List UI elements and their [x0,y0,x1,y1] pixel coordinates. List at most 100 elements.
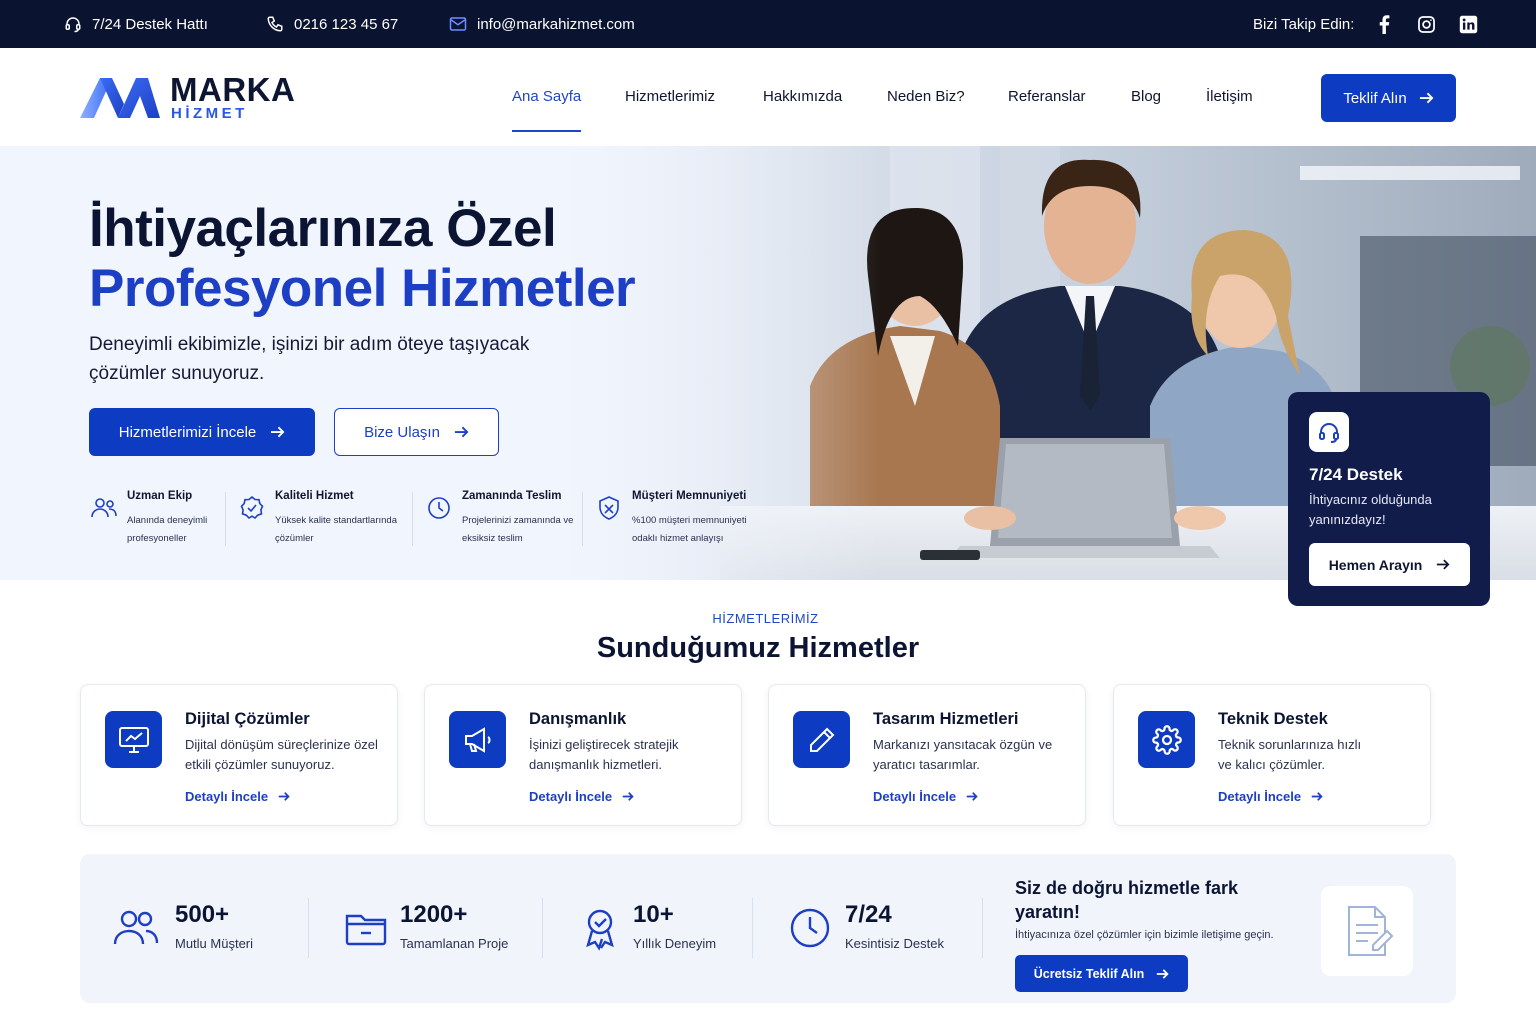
cta-title: Siz de doğru hizmetle fark yaratın! [1015,878,1239,922]
arrow-right-icon [454,426,469,438]
document-edit-icon [1348,906,1394,956]
stat-divider [542,898,543,958]
feature-desc: Yüksek kalite standartlarında çözümler [275,515,397,544]
clock-icon [790,908,830,948]
stat-label: Kesintisiz Destek [845,936,944,951]
brand-name: MARKA [170,71,296,108]
support-card: 7/24 Destek İhtiyacınız olduğunda yanını… [1288,392,1490,606]
phone-text: 0216 123 45 67 [294,15,399,33]
free-quote-label: Ücretsiz Teklif Alın [1033,966,1145,981]
document-illustration [1321,886,1413,976]
service-details-link[interactable]: Detaylı İncele [529,789,634,804]
arrow-right-icon [278,792,290,801]
feature-title: Zamanında Teslim [462,490,562,502]
feature-desc: %100 müşteri memnuniyeti odaklı hizmet a… [632,515,747,544]
clock-icon [428,497,450,519]
stat-label: Yıllık Deneyim [633,936,717,951]
hotline-text: 7/24 Destek Hattı [92,15,208,33]
site-header: MARKA HİZMET Ana Sayfa Hizmetlerimiz Hak… [0,48,1536,146]
support-text: İhtiyacınız olduğunda yanınızdayız! [1309,492,1432,527]
arrow-right-icon [966,792,978,801]
stat-value: 500+ [175,901,230,928]
email-text: info@markahizmet.com [477,15,635,33]
service-details-link[interactable]: Detaylı İncele [873,789,978,804]
service-title: Danışmanlık [529,710,627,728]
gear-icon [1151,724,1182,755]
details-label: Detaylı İncele [529,789,613,804]
view-services-label: Hizmetlerimizi İncele [118,423,257,441]
feature-desc: Projelerinizi zamanında ve eksiksiz tesl… [462,515,574,544]
service-icon-box [793,711,850,768]
linkedin-icon[interactable] [1458,14,1478,34]
call-now-button[interactable]: Hemen Arayın [1309,543,1470,586]
stat-divider [308,898,309,958]
contact-us-button[interactable]: Bize Ulaşın [334,408,499,456]
follow-label: Bizi Takip Edin: [1253,15,1355,33]
service-card-tech-support[interactable]: Teknik Destek Teknik sorunlarınıza hızlı… [1113,684,1431,826]
support-icon-box [1309,412,1349,452]
stat-value: 1200+ [400,901,468,928]
arrow-right-icon [1157,968,1169,979]
service-title: Dijital Çözümler [185,710,310,728]
service-details-link[interactable]: Detaylı İncele [185,789,290,804]
get-offer-button[interactable]: Teklif Alın [1321,74,1456,122]
arrow-right-icon [622,792,634,801]
feature-divider [582,492,583,546]
hero-title-line2: Profesyonel Hizmetler [89,259,636,318]
details-label: Detaylı İncele [185,789,269,804]
hotline-item[interactable]: 7/24 Destek Hattı [64,0,208,48]
pencil-icon [809,727,834,752]
service-desc: Markanızı yansıtacak özgün ve yaratıcı t… [873,737,1053,772]
phone-item[interactable]: 0216 123 45 67 [266,0,398,48]
nav-references[interactable]: Referanslar [1008,88,1086,105]
contact-us-label: Bize Ulaşın [364,423,440,441]
feature-divider [412,492,413,546]
view-services-button[interactable]: Hizmetlerimizi İncele [89,408,315,456]
email-item[interactable]: info@markahizmet.com [449,0,635,48]
feature-title: Müşteri Memnuniyeti [632,490,747,502]
service-card-consulting[interactable]: Danışmanlık İşinizi geliştirecek stratej… [424,684,742,826]
nav-home[interactable]: Ana Sayfa [512,88,581,105]
stats-bar: 500+ Mutlu Müşteri 1200+ Tamamlanan Proj… [80,854,1456,1003]
active-nav-indicator [512,130,581,132]
feature-title: Uzman Ekip [127,490,193,502]
nav-why-us[interactable]: Neden Biz? [887,88,965,105]
support-title: 7/24 Destek [1309,465,1403,484]
free-quote-button[interactable]: Ücretsiz Teklif Alın [1015,955,1188,992]
stat-divider [752,898,753,958]
instagram-icon[interactable] [1416,14,1436,34]
stat-value: 7/24 [845,901,892,928]
nav-services[interactable]: Hizmetlerimiz [625,88,715,105]
team-icon [91,498,117,518]
facebook-icon[interactable] [1374,14,1394,34]
headset-icon [65,17,81,33]
nav-contact[interactable]: İletişim [1206,88,1253,105]
arrow-right-icon [271,426,285,438]
service-desc: Teknik sorunlarınıza hızlı ve kalıcı çöz… [1218,737,1362,772]
service-desc: Dijital dönüşüm süreçlerinize özel etkil… [185,737,378,772]
feature-title: Kaliteli Hizmet [275,490,354,502]
service-icon-box [1138,711,1195,768]
nav-about[interactable]: Hakkımızda [763,88,842,105]
service-card-design[interactable]: Tasarım Hizmetleri Markanızı yansıtacak … [768,684,1086,826]
service-title: Teknik Destek [1218,710,1328,728]
folder-icon [345,914,387,946]
nav-blog[interactable]: Blog [1131,88,1161,105]
service-title: Tasarım Hizmetleri [873,710,1019,728]
stat-value: 10+ [633,901,674,928]
headset-icon [1319,423,1339,443]
arrow-right-icon [1419,92,1434,104]
service-details-link[interactable]: Detaylı İncele [1218,789,1323,804]
feature-divider [225,492,226,546]
megaphone-icon [464,726,490,753]
brand-logo[interactable]: MARKA HİZMET [80,71,310,124]
top-bar: 7/24 Destek Hattı 0216 123 45 67 info@ma… [0,0,1536,48]
service-card-digital[interactable]: Dijital Çözümler Dijital dönüşüm süreçle… [80,684,398,826]
services-heading: Sunduğumuz Hizmetler [596,632,920,664]
brand-mark-icon [80,78,160,118]
quality-badge-icon [240,495,264,520]
stat-divider [982,898,983,958]
call-now-label: Hemen Arayın [1328,556,1423,573]
hero-subtitle: Deneyimli ekibimizle, işinizi bir adım ö… [89,334,530,384]
award-icon [586,909,614,951]
